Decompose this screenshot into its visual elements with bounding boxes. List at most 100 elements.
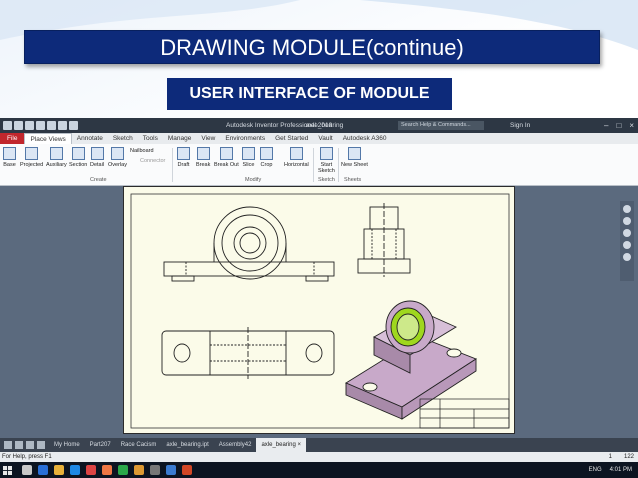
drawing-canvas[interactable] (0, 186, 638, 438)
pan-icon[interactable] (623, 217, 631, 225)
drawing-sheet[interactable] (123, 186, 515, 434)
overlay-view-icon (110, 147, 124, 160)
tab-get-started[interactable]: Get Started (270, 133, 313, 144)
doc-tab-axle-bearing[interactable]: axle_bearing × (256, 438, 306, 452)
tab-environments[interactable]: Environments (220, 133, 270, 144)
save-icon[interactable] (25, 121, 34, 130)
tab-sketch[interactable]: Sketch (108, 133, 138, 144)
start-sketch-button[interactable]: Start Sketch (318, 147, 335, 174)
document-tabs: My Home Part207 Race Cacism axle_bearing… (0, 438, 638, 452)
start-sketch-icon (319, 147, 333, 160)
detail-view-button[interactable]: Detail (90, 147, 104, 168)
base-view-icon (3, 147, 16, 160)
tab-autodesk-a360[interactable]: Autodesk A360 (338, 133, 392, 144)
tile-icon[interactable] (4, 441, 12, 449)
front-view[interactable] (163, 206, 335, 282)
doc-tab-assembly42[interactable]: Assembly42 (214, 438, 257, 452)
navigation-bar (620, 201, 634, 281)
orbit-icon[interactable] (623, 241, 631, 249)
language-indicator[interactable]: ENG (589, 462, 602, 478)
doc-tab-race-cacism[interactable]: Race Cacism (116, 438, 162, 452)
new-sheet-button[interactable]: New Sheet (341, 147, 368, 168)
new-icon[interactable] (3, 121, 12, 130)
tab-view[interactable]: View (196, 133, 220, 144)
home-icon[interactable] (58, 121, 67, 130)
doc-tab-axle-bearing-ipt[interactable]: axle_bearing.ipt (161, 438, 213, 452)
firefox-icon[interactable] (102, 465, 112, 475)
cascade-icon[interactable] (15, 441, 23, 449)
edge-icon[interactable] (38, 465, 48, 475)
look-at-icon[interactable] (623, 253, 631, 261)
tab-place-views[interactable]: Place Views (24, 133, 72, 144)
app-icon[interactable] (118, 465, 128, 475)
auxiliary-view-icon (49, 147, 63, 160)
file-explorer-icon[interactable] (54, 465, 64, 475)
break-out-button[interactable]: Break Out (214, 147, 239, 168)
projected-view-button[interactable]: Projected (20, 147, 43, 168)
crop-icon (260, 147, 273, 160)
crop-button[interactable]: Crop (260, 147, 273, 168)
close-tab-icon[interactable]: × (297, 442, 301, 448)
quick-access-toolbar (3, 118, 78, 130)
connector-button[interactable]: Connector (140, 158, 165, 164)
doc-tab-part207[interactable]: Part207 (85, 438, 116, 452)
slide-subtitle: USER INTERFACE OF MODULE (167, 78, 452, 110)
windows-start-icon[interactable] (3, 466, 12, 475)
slice-icon (242, 147, 255, 160)
tab-manage[interactable]: Manage (163, 133, 197, 144)
status-text: For Help, press F1 (2, 454, 52, 460)
doc-tab-my-home[interactable]: My Home (49, 438, 85, 452)
tab-tools[interactable]: Tools (138, 133, 163, 144)
inventor-window: Autodesk Inventor Professional 2018 axle… (0, 118, 638, 478)
group-separator (172, 148, 173, 182)
undo-icon[interactable] (36, 121, 45, 130)
nailboard-button[interactable]: Nailboard (130, 148, 154, 154)
open-icon[interactable] (14, 121, 23, 130)
steering-wheel-icon[interactable] (623, 205, 631, 213)
break-button[interactable]: Break (196, 147, 210, 168)
tab-tools (0, 438, 49, 452)
app-icon[interactable] (150, 465, 160, 475)
draft-view-button[interactable]: Draft (177, 147, 190, 168)
break-icon (196, 147, 210, 160)
section-view-button[interactable]: Section (69, 147, 87, 168)
side-view[interactable] (357, 203, 411, 277)
maximize-icon[interactable]: □ (616, 118, 621, 133)
base-view-button[interactable]: Base (3, 147, 16, 168)
slice-button[interactable]: Slice (242, 147, 255, 168)
word-icon[interactable] (166, 465, 176, 475)
arrange-icon[interactable] (26, 441, 34, 449)
sketch-group-label: Sketch (318, 177, 335, 183)
help-search-input[interactable]: Search Help & Commands... (398, 121, 484, 130)
horizontal-button[interactable]: Horizontal (284, 147, 309, 168)
overlay-view-button[interactable]: Overlay (108, 147, 127, 168)
group-separator (338, 148, 339, 182)
tab-vault[interactable]: Vault (313, 133, 337, 144)
isometric-view[interactable] (345, 300, 477, 420)
list-icon[interactable] (37, 441, 45, 449)
clock[interactable]: 4:01 PM (610, 462, 632, 478)
new-sheet-icon (347, 147, 361, 160)
break-out-icon (219, 147, 233, 160)
auxiliary-view-button[interactable]: Auxiliary (46, 147, 67, 168)
print-icon[interactable] (69, 121, 78, 130)
ribbon-panel: Base Projected Auxiliary Section Detail … (0, 144, 638, 186)
tab-annotate[interactable]: Annotate (72, 133, 108, 144)
minimize-icon[interactable]: – (604, 118, 608, 133)
close-icon[interactable]: × (629, 118, 634, 133)
inventor-icon[interactable] (134, 465, 144, 475)
taskbar-apps (22, 465, 192, 475)
detail-view-icon (90, 147, 104, 160)
windows-taskbar: ENG 4:01 PM (0, 462, 638, 478)
powerpoint-icon[interactable] (182, 465, 192, 475)
zoom-icon[interactable] (623, 229, 631, 237)
store-icon[interactable] (70, 465, 80, 475)
title-block (419, 398, 510, 429)
section-view-icon (71, 147, 85, 160)
sign-in-button[interactable]: Sign In (510, 118, 530, 133)
chrome-icon[interactable] (86, 465, 96, 475)
top-view[interactable] (161, 327, 335, 379)
search-icon[interactable] (22, 465, 32, 475)
redo-icon[interactable] (47, 121, 56, 130)
tab-file[interactable]: File (0, 133, 25, 144)
